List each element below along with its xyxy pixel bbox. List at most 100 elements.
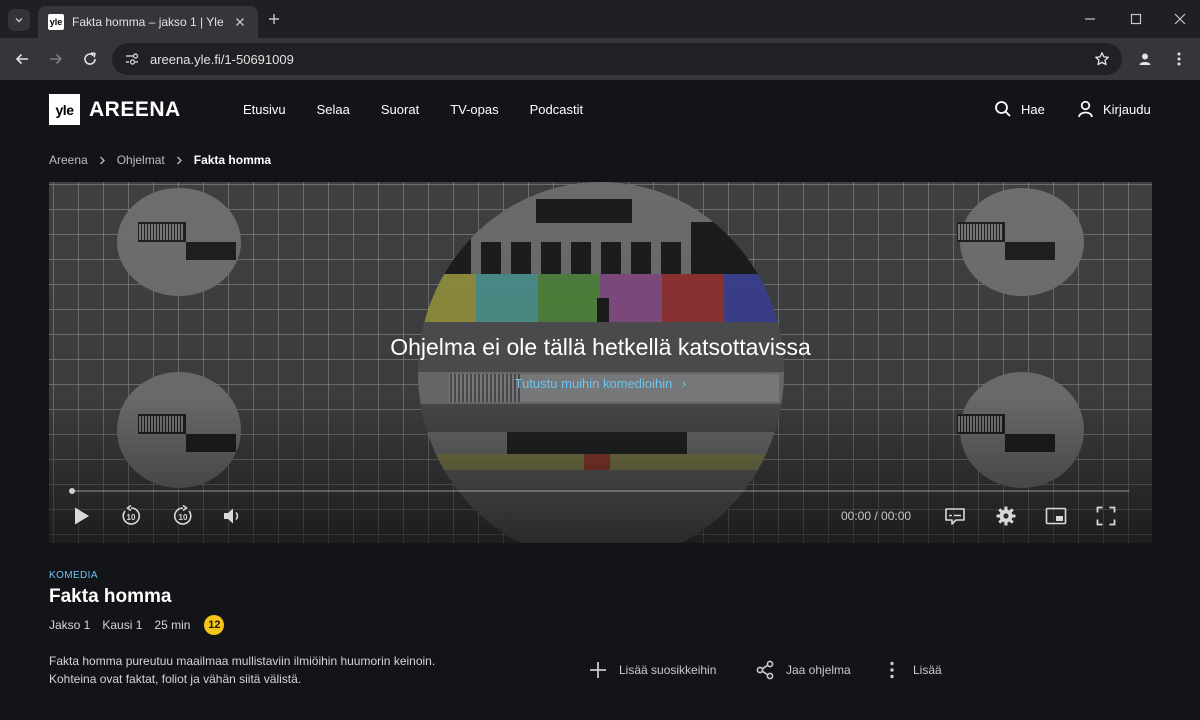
- chevron-down-icon: [15, 18, 23, 23]
- star-icon: [1095, 52, 1109, 66]
- browser-tab-active[interactable]: yle Fakta homma – jakso 1 | Yle Areena: [38, 6, 258, 38]
- chevron-right-icon: [176, 156, 183, 165]
- reload-button[interactable]: [78, 47, 102, 71]
- age-rating-badge: 12: [204, 615, 225, 635]
- minimize-icon: [1085, 18, 1095, 20]
- chevron-right-icon: ›: [682, 376, 687, 391]
- more-label: Lisää: [913, 663, 942, 677]
- episode-label: Jakso 1: [49, 618, 91, 632]
- play-icon: [75, 507, 89, 525]
- nav-item-suorat[interactable]: Suorat: [381, 102, 419, 117]
- fullscreen-button[interactable]: [1094, 504, 1118, 528]
- browser-tabstrip: yle Fakta homma – jakso 1 | Yle Areena: [0, 0, 1200, 38]
- areena-logo-text: AREENA: [89, 97, 181, 121]
- search-icon: [995, 101, 1011, 117]
- nav-item-etusivu[interactable]: Etusivu: [243, 102, 286, 117]
- time-display: 00:00 / 00:00: [841, 509, 912, 523]
- breadcrumb-ohjelmat[interactable]: Ohjelmat: [117, 153, 165, 167]
- description-line-1: Fakta homma pureutuu maailmaa mullistavi…: [49, 654, 436, 668]
- rewind-10-icon: 10: [122, 505, 141, 525]
- test-card-image: [49, 182, 1152, 543]
- site-settings-button[interactable]: [122, 49, 142, 69]
- picture-in-picture-icon: [1045, 507, 1067, 525]
- close-icon: [236, 18, 244, 26]
- back-button[interactable]: [10, 47, 34, 71]
- forward-seconds: 10: [179, 513, 188, 522]
- breadcrumb-current: Fakta homma: [193, 153, 272, 167]
- volume-icon: [224, 508, 239, 524]
- unavailable-message: Ohjelma ei ole tällä hetkellä katsottavi…: [390, 334, 811, 360]
- minimize-button[interactable]: [1079, 8, 1101, 30]
- tab-close-button[interactable]: [232, 14, 248, 30]
- nav-item-tv-opas[interactable]: TV-opas: [450, 102, 498, 117]
- new-tab-button[interactable]: [264, 9, 284, 29]
- gear-icon: [996, 506, 1016, 526]
- more-dots-icon: [890, 661, 894, 679]
- forward-button[interactable]: [44, 47, 68, 71]
- forward-10-button[interactable]: 10: [171, 504, 195, 528]
- share-button[interactable]: Jaa ohjelma: [755, 660, 851, 680]
- maximize-button[interactable]: [1125, 8, 1147, 30]
- login-button[interactable]: Kirjaudu: [1077, 100, 1151, 118]
- share-icon: [756, 660, 774, 680]
- back-icon: [15, 53, 28, 65]
- progress-knob[interactable]: [69, 488, 75, 494]
- login-label: Kirjaudu: [1103, 101, 1151, 117]
- maximize-icon: [1130, 13, 1142, 25]
- tab-search-button[interactable]: [8, 9, 30, 31]
- forward-10-icon: 10: [173, 505, 192, 525]
- breadcrumb: Areena Ohjelmat Fakta homma: [49, 153, 271, 167]
- program-description: Fakta homma pureutuu maailmaa mullistavi…: [49, 652, 489, 688]
- favicon: yle: [48, 14, 64, 30]
- play-button[interactable]: [70, 504, 94, 528]
- chevron-right-icon: [99, 156, 106, 165]
- picture-in-picture-button[interactable]: [1044, 504, 1068, 528]
- explore-comedies-label: Tutustu muihin komedioihin: [514, 376, 673, 391]
- plus-icon: [269, 14, 279, 24]
- close-window-button[interactable]: [1169, 8, 1191, 30]
- description-line-2: Kohteina ovat faktat, foliot ja vähän si…: [49, 672, 302, 686]
- explore-comedies-link[interactable]: Tutustu muihin komedioihin ›: [49, 376, 1152, 391]
- url-text: areena.yle.fi/1-50691009: [150, 51, 294, 67]
- forward-icon: [50, 53, 63, 65]
- plus-icon: [590, 662, 606, 678]
- add-favorite-button[interactable]: Lisää suosikkeihin: [588, 660, 716, 680]
- search-button[interactable]: Hae: [994, 100, 1045, 118]
- areena-logo[interactable]: yle AREENA: [49, 94, 181, 125]
- progress-bar[interactable]: [69, 488, 1129, 494]
- areena-page: yle AREENA Etusivu Selaa Suorat TV-opas …: [0, 80, 1200, 720]
- site-settings-icon: [126, 53, 139, 65]
- settings-button[interactable]: [994, 504, 1018, 528]
- fullscreen-icon: [1096, 506, 1116, 526]
- rewind-10-button[interactable]: 10: [119, 504, 143, 528]
- reload-icon: [84, 52, 96, 65]
- profile-button[interactable]: [1133, 47, 1157, 71]
- category-label[interactable]: KOMEDIA: [49, 570, 98, 581]
- user-icon: [1078, 100, 1093, 118]
- address-bar[interactable]: areena.yle.fi/1-50691009: [112, 43, 1122, 75]
- profile-icon: [1139, 53, 1151, 65]
- share-label: Jaa ohjelma: [786, 663, 851, 677]
- search-label: Hae: [1021, 101, 1045, 117]
- bookmark-button[interactable]: [1090, 47, 1114, 71]
- tab-title: Fakta homma – jakso 1 | Yle Areena: [72, 15, 224, 29]
- video-player[interactable]: Ohjelma ei ole tällä hetkellä katsottavi…: [49, 182, 1152, 543]
- breadcrumb-areena[interactable]: Areena: [49, 153, 88, 167]
- nav-item-selaa[interactable]: Selaa: [317, 102, 350, 117]
- main-nav: Etusivu Selaa Suorat TV-opas Podcastit: [243, 102, 614, 117]
- nav-item-podcastit[interactable]: Podcastit: [530, 102, 583, 117]
- subtitles-button[interactable]: [943, 504, 967, 528]
- rewind-seconds: 10: [127, 513, 136, 522]
- season-label: Kausi 1: [102, 618, 143, 632]
- more-button[interactable]: Lisää: [882, 660, 942, 680]
- subtitles-icon: [945, 508, 965, 525]
- add-favorite-label: Lisää suosikkeihin: [619, 663, 717, 677]
- program-meta: Jakso 1 Kausi 1 25 min 12: [49, 615, 225, 635]
- program-title: Fakta homma: [49, 586, 172, 607]
- close-window-icon: [1174, 13, 1186, 25]
- yle-logo-badge: yle: [49, 94, 80, 125]
- browser-toolbar: areena.yle.fi/1-50691009: [0, 38, 1200, 80]
- volume-button[interactable]: [221, 504, 245, 528]
- browser-menu-button[interactable]: [1167, 47, 1191, 71]
- duration-label: 25 min: [154, 618, 191, 632]
